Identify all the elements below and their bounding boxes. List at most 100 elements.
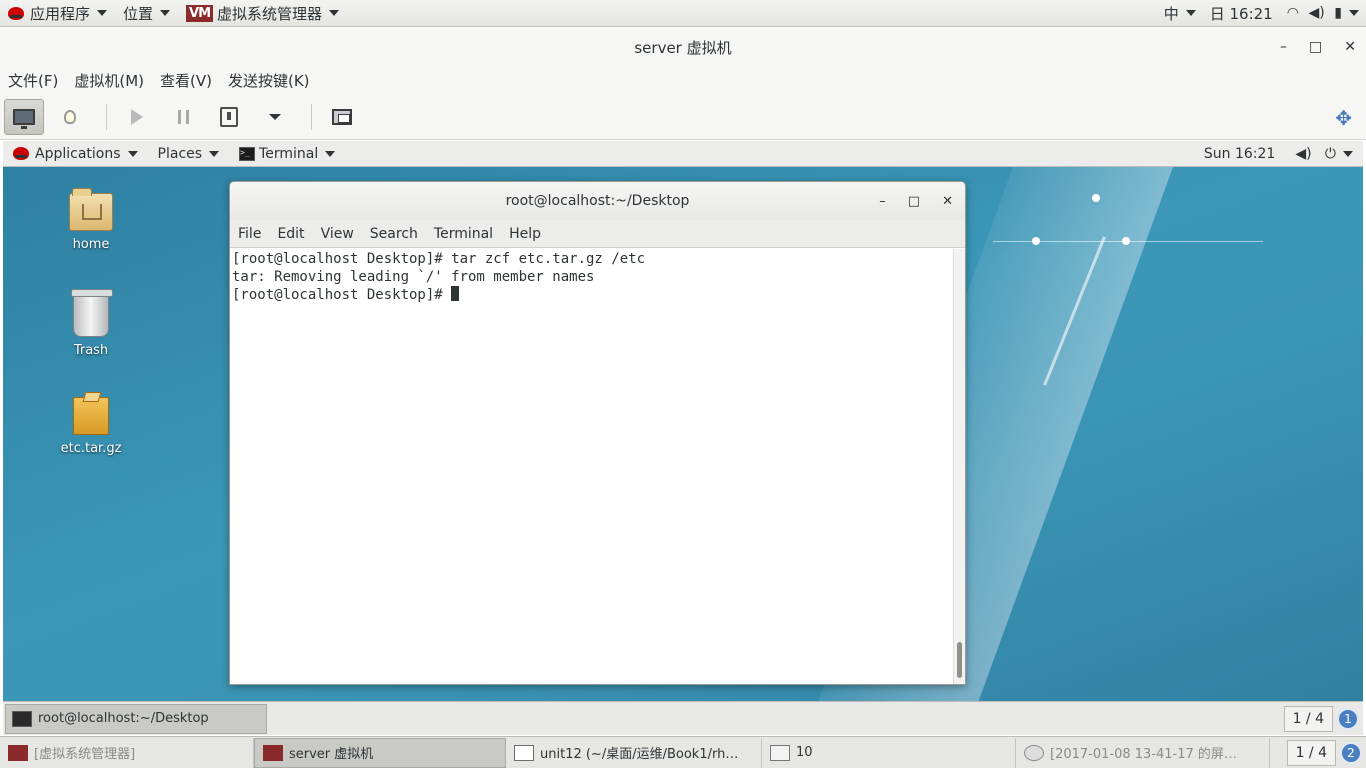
chevron-down-icon [97,10,108,16]
vm-window-title: server 虚拟机 [634,38,732,57]
guest-workspace-label: 1 / 4 [1283,705,1333,732]
host-clock-label: 日 16:21 [1209,4,1273,23]
chevron-down-icon [127,150,138,157]
vm-toolbar: ✥ [0,94,1366,140]
wallpaper-decoration [1092,194,1100,202]
terminal-menu-edit[interactable]: Edit [277,226,304,242]
terminal-close-button[interactable]: ✕ [942,194,953,209]
home-folder-icon [69,188,113,231]
host-workspace-switcher[interactable]: 1 / 4 2 [1286,739,1362,766]
terminal-menubar: File Edit View Search Terminal Help [230,220,965,248]
guest-task-terminal[interactable]: root@localhost:~/Desktop [5,703,267,734]
desktop-icon-trash[interactable]: Trash [46,289,136,358]
terminal-menu-search[interactable]: Search [370,226,418,242]
desktop-icon-archive[interactable]: etc.tar.gz [46,397,136,456]
guest-top-bar: Applications Places >_ Terminal Sun 16:2… [3,141,1363,167]
host-task-label: [虚拟系统管理器] [34,747,136,762]
show-details-button[interactable] [50,99,90,135]
guest-system-tray[interactable]: ◀) ⏻ [1285,141,1363,167]
host-task-screenshot[interactable]: [2017-01-08 13-41-17 的屏… [1016,737,1270,768]
input-method-menu[interactable]: 中 [1157,0,1203,27]
terminal-menu-file[interactable]: File [238,226,261,242]
fullscreen-icon[interactable]: ✥ [1335,106,1352,130]
host-clock[interactable]: 日 16:21 [1203,0,1280,27]
terminal-title: root@localhost:~/Desktop [505,193,690,209]
host-app-menu[interactable]: VM 虚拟系统管理器 [178,0,347,27]
close-button[interactable]: ✕ [1344,39,1356,55]
terminal-output[interactable]: [root@localhost Desktop]# tar zcf etc.ta… [230,249,953,684]
guest-workspace-badge: 1 [1337,707,1359,730]
scrollbar-thumb[interactable] [957,642,962,678]
host-task-label: unit12 (~/桌面/运维/Book1/rh… [540,747,739,762]
terminal-window[interactable]: root@localhost:~/Desktop – □ ✕ File Edit… [229,181,966,685]
host-applications-menu[interactable]: 应用程序 [0,0,115,27]
wallpaper-decoration [1122,237,1130,245]
guest-app-name: Terminal [259,145,319,162]
guest-bottom-bar: root@localhost:~/Desktop 1 / 4 1 [3,701,1363,735]
terminal-icon: >_ [239,146,256,161]
desktop-icon-home[interactable]: home [46,188,136,252]
host-task-virt-manager[interactable]: [虚拟系统管理器] [0,737,254,768]
chevron-down-icon [160,10,171,16]
guest-workspace-switcher[interactable]: 1 / 4 1 [1283,705,1359,732]
play-icon [131,108,143,125]
show-console-button[interactable] [4,98,44,135]
wifi-icon: ◠ [1286,5,1299,21]
guest-desktop[interactable]: Applications Places >_ Terminal Sun 16:2… [3,141,1363,735]
power-icon [220,106,238,127]
trash-icon [71,289,113,337]
terminal-menu-help[interactable]: Help [509,226,541,242]
minimize-button[interactable]: – [1280,39,1287,55]
host-task-editor[interactable]: unit12 (~/桌面/运维/Book1/rh… [506,737,762,768]
text-editor-icon [514,744,534,761]
redhat-logo-icon [8,6,24,20]
guest-task-label: root@localhost:~/Desktop [38,711,209,726]
shutdown-dropdown-button[interactable] [255,99,295,135]
menu-file[interactable]: 文件(F) [8,70,58,91]
snapshots-button[interactable] [322,99,362,135]
guest-clock[interactable]: Sun 16:21 [1194,141,1285,167]
shutdown-button[interactable] [209,99,249,135]
vm-menubar: 文件(F) 虚拟机(M) 查看(V) 发送按键(K) [0,66,1366,94]
run-button[interactable] [117,99,157,135]
guest-places-menu[interactable]: Places [148,141,230,167]
host-applications-label: 应用程序 [30,4,91,23]
menu-view[interactable]: 查看(V) [160,70,212,91]
menu-vm[interactable]: 虚拟机(M) [74,70,144,91]
virt-manager-icon [8,744,28,761]
terminal-menu-terminal[interactable]: Terminal [434,226,493,242]
menu-send-key[interactable]: 发送按键(K) [228,70,310,91]
host-task-server-vm[interactable]: server 虚拟机 [254,737,506,768]
toolbar-separator [106,103,107,130]
host-workspace-badge: 2 [1340,741,1362,764]
host-system-tray[interactable]: ◠ ◀) ▮ [1280,0,1366,27]
chevron-down-icon [269,113,281,120]
terminal-titlebar[interactable]: root@localhost:~/Desktop – □ ✕ [230,182,965,220]
terminal-line: [root@localhost Desktop]# tar zcf etc.ta… [232,251,646,267]
desktop-icon-label: etc.tar.gz [60,441,122,456]
terminal-icon [12,710,32,727]
guest-app-menu[interactable]: >_ Terminal [229,141,345,167]
vm-window-titlebar[interactable]: server 虚拟机 – □ ✕ [0,28,1366,66]
host-task-spreadsheet[interactable]: 10 [762,737,1016,768]
terminal-scrollbar[interactable] [953,249,965,684]
host-app-name: 虚拟系统管理器 [217,4,323,23]
chevron-down-icon [329,10,340,16]
host-task-label: 10 [796,745,813,760]
host-workspace-label: 1 / 4 [1286,739,1336,766]
terminal-menu-view[interactable]: View [321,226,354,242]
terminal-minimize-button[interactable]: – [879,194,886,209]
pause-button[interactable] [163,99,203,135]
guest-applications-label: Applications [35,145,121,162]
guest-applications-menu[interactable]: Applications [3,141,148,167]
guest-places-label: Places [157,145,203,162]
spreadsheet-icon [770,744,790,761]
maximize-button[interactable]: □ [1309,39,1322,55]
terminal-prompt: [root@localhost Desktop]# [232,287,452,303]
terminal-maximize-button[interactable]: □ [908,194,920,209]
desktop-icon-label: Trash [73,343,109,358]
input-method-label: 中 [1163,4,1179,23]
host-places-menu[interactable]: 位置 [115,0,178,27]
battery-icon: ▮ [1334,5,1342,21]
monitor-icon [13,108,35,129]
